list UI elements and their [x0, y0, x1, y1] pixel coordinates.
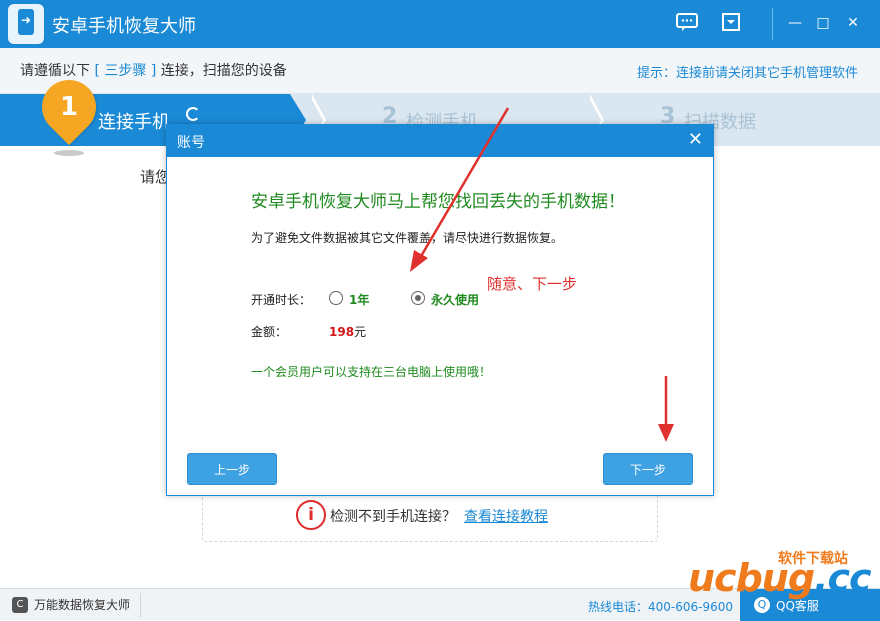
annotation-arrowhead-2	[658, 424, 674, 442]
annotation-arrowhead-1	[410, 250, 428, 272]
annotation-arrows	[410, 107, 674, 442]
annotation-arrow-1	[418, 107, 510, 259]
